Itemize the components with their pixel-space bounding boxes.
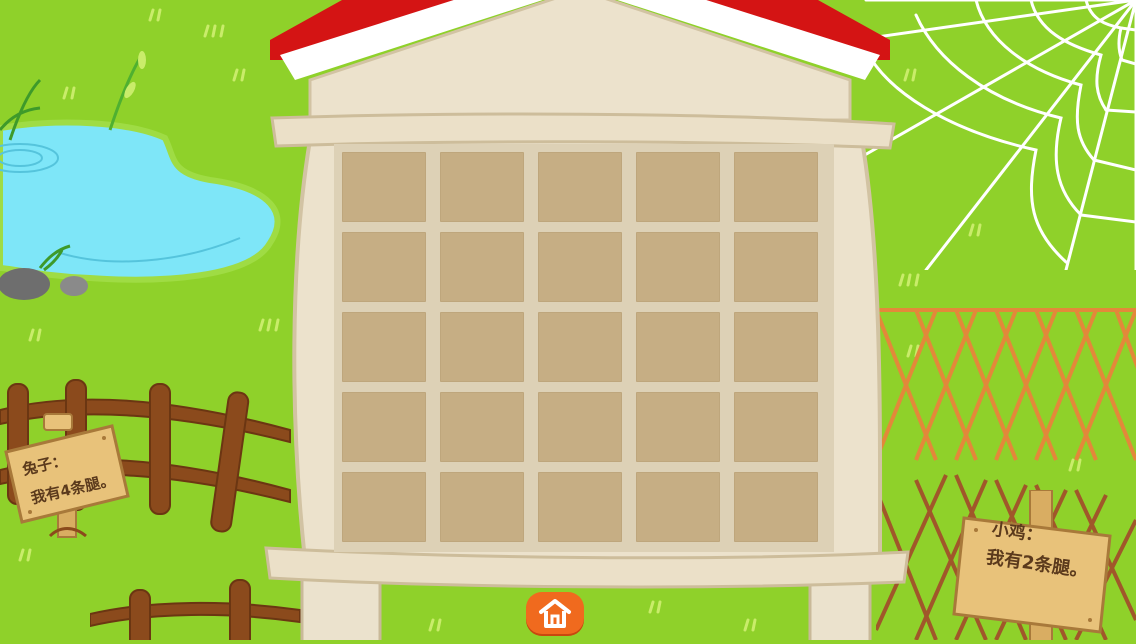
grid-slot[interactable] <box>538 232 622 302</box>
slot-grid <box>342 152 822 546</box>
grid-slot[interactable] <box>538 152 622 222</box>
rabbit-sign: 兔子： 我有4条腿。 <box>0 412 140 542</box>
grid-slot[interactable] <box>734 232 818 302</box>
grid-slot[interactable] <box>734 312 818 382</box>
chick-sign: 小鸡： 我有2条腿。 <box>950 489 1120 644</box>
grid-slot[interactable] <box>636 152 720 222</box>
grid-slot[interactable] <box>440 392 524 462</box>
grid-slot[interactable] <box>538 472 622 542</box>
grid-slot[interactable] <box>440 472 524 542</box>
grid-slot[interactable] <box>342 312 426 382</box>
sign-board-graphic <box>4 413 130 538</box>
grid-slot[interactable] <box>342 232 426 302</box>
reeds <box>0 51 146 141</box>
grid-slot[interactable] <box>342 472 426 542</box>
grid-slot[interactable] <box>440 232 524 302</box>
grid-slot[interactable] <box>342 152 426 222</box>
grid-slot[interactable] <box>734 392 818 462</box>
game-scene: 兔子： 我有4条腿。 小鸡： 我有2条腿。 <box>0 0 1136 644</box>
grid-slot[interactable] <box>538 312 622 382</box>
grid-slot[interactable] <box>440 152 524 222</box>
grid-slot[interactable] <box>636 312 720 382</box>
grid-slot[interactable] <box>538 392 622 462</box>
grid-slot[interactable] <box>636 392 720 462</box>
home-icon <box>539 599 571 628</box>
grid-slot[interactable] <box>734 152 818 222</box>
grid-slot[interactable] <box>734 472 818 542</box>
grid-slot[interactable] <box>636 232 720 302</box>
grid-slot[interactable] <box>440 312 524 382</box>
grid-slot[interactable] <box>342 392 426 462</box>
grid-slot[interactable] <box>636 472 720 542</box>
home-button[interactable] <box>526 592 584 634</box>
